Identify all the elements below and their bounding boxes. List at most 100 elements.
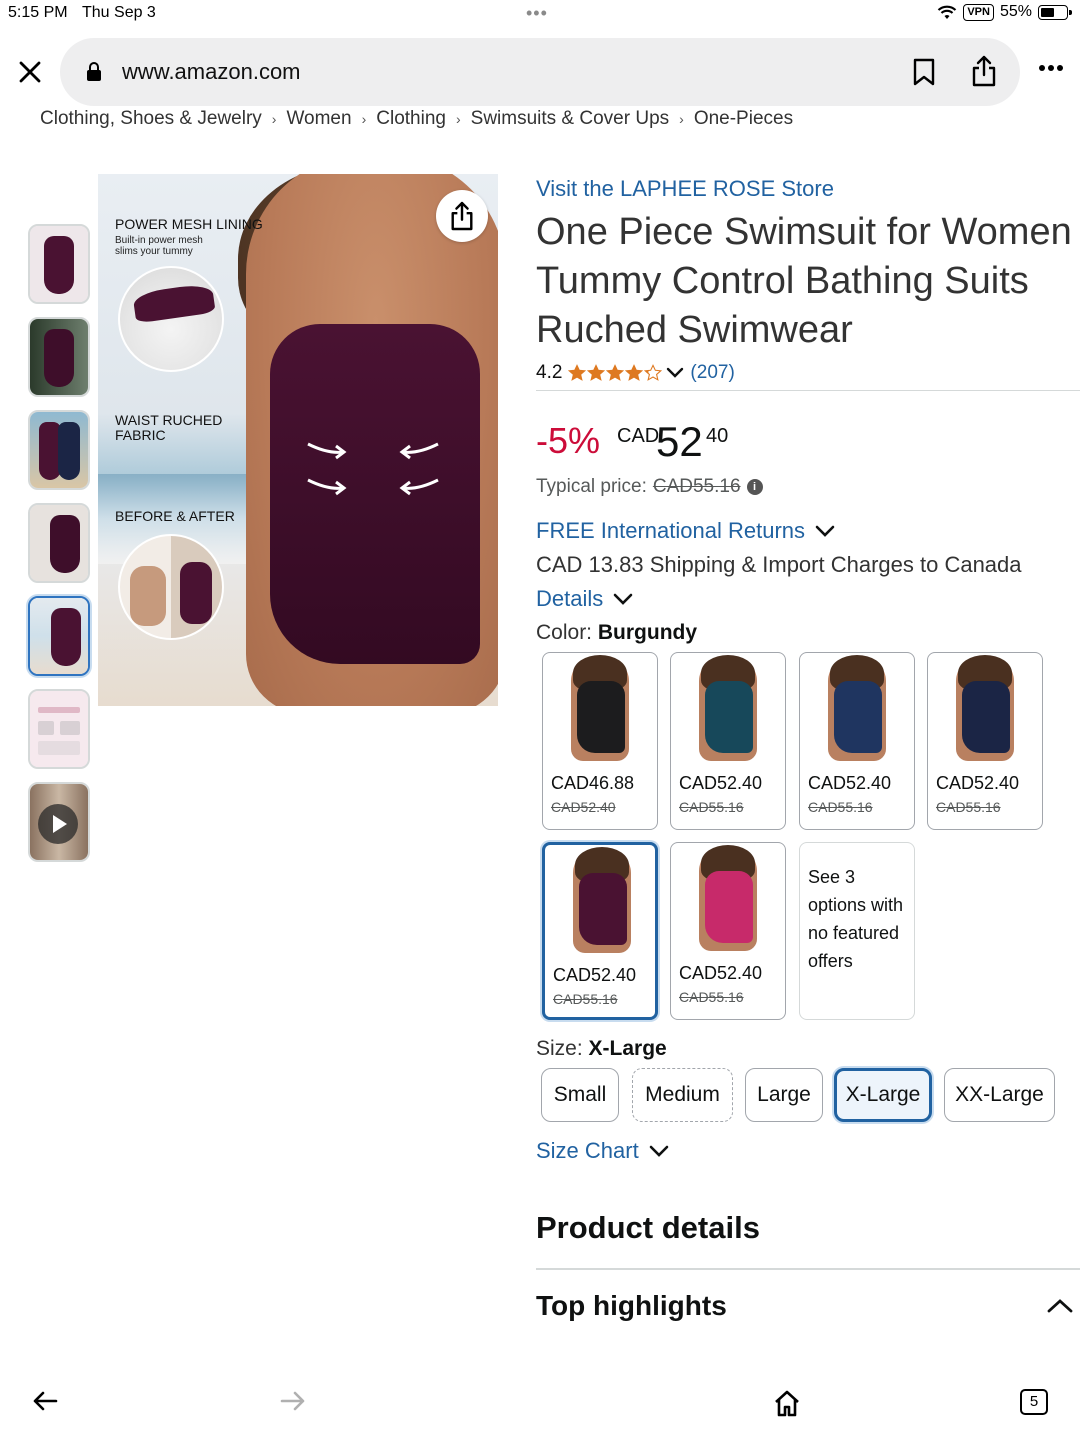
status-bar: 5:15 PM Thu Sep 3 ••• VPN 55% xyxy=(0,0,1080,30)
size-option-xx-large[interactable]: XX-Large xyxy=(944,1068,1055,1122)
image-label: BEFORE & AFTER xyxy=(115,508,235,524)
mesh-lining-inset xyxy=(118,266,224,372)
status-date: Thu Sep 3 xyxy=(82,4,156,21)
star-icon xyxy=(568,364,587,381)
swatch-image xyxy=(671,843,785,955)
more-icon[interactable] xyxy=(1038,64,1064,72)
star-icon xyxy=(606,364,625,381)
color-swatch[interactable]: CAD52.40 CAD55.16 xyxy=(799,652,915,830)
battery-icon xyxy=(1038,4,1072,20)
play-icon xyxy=(38,804,78,844)
swatch-old-price: CAD55.16 xyxy=(808,799,873,815)
star-icon xyxy=(625,364,644,381)
star-rating xyxy=(568,364,663,382)
info-icon[interactable]: i xyxy=(746,479,763,495)
product-title: One Piece Swimsuit for Women Tummy Contr… xyxy=(536,211,1072,351)
breadcrumb: Clothing, Shoes & Jewelry › Women › Clothing… xyxy=(40,108,793,132)
size-option-medium[interactable]: Medium xyxy=(632,1068,733,1122)
color-swatch[interactable]: CAD52.40 CAD55.16 xyxy=(927,652,1043,830)
details-link[interactable]: Details xyxy=(536,586,633,612)
color-swatch[interactable]: CAD52.40 CAD55.16 xyxy=(670,652,786,830)
tabs-count-icon[interactable]: 5 xyxy=(1020,1389,1048,1415)
swatch-old-price: CAD55.16 xyxy=(936,799,1001,815)
back-arrow-icon[interactable] xyxy=(32,1390,58,1412)
ruched-arrows-icon xyxy=(307,442,439,496)
bookmark-icon[interactable] xyxy=(912,57,936,87)
color-value: Burgundy xyxy=(597,621,698,644)
image-thumbnail[interactable] xyxy=(28,503,90,583)
image-thumbnail[interactable] xyxy=(28,410,90,490)
close-icon[interactable] xyxy=(16,58,44,86)
chevron-right-icon: › xyxy=(455,111,461,127)
returns-label[interactable]: FREE International Returns xyxy=(536,518,805,544)
review-count[interactable]: (207) xyxy=(690,362,734,384)
rating-number: 4.2 xyxy=(536,362,563,383)
breadcrumb-item[interactable]: Clothing, Shoes & Jewelry xyxy=(40,108,262,129)
swatch-price: CAD52.40 xyxy=(679,773,763,793)
color-swatch-selected[interactable]: CAD52.40 CAD55.16 xyxy=(542,842,658,1020)
size-option-small[interactable]: Small xyxy=(541,1068,619,1122)
returns-link[interactable]: FREE International Returns xyxy=(536,518,835,544)
swatch-old-price: CAD55.16 xyxy=(553,991,618,1007)
status-time: 5:15 PM xyxy=(8,4,68,21)
shipping-text: CAD 13.83 Shipping & Import Charges to C… xyxy=(536,552,1022,577)
video-thumbnail[interactable] xyxy=(28,782,90,862)
image-thumbnail[interactable] xyxy=(28,224,90,304)
rating-row[interactable]: 4.2 (207) xyxy=(536,362,735,384)
image-label: FABRIC xyxy=(115,427,166,443)
chevron-down-icon[interactable] xyxy=(649,1145,669,1158)
chevron-down-icon[interactable] xyxy=(666,367,684,379)
swatch-image xyxy=(543,653,657,765)
more-options-text[interactable]: See 3 options with no featured offers xyxy=(808,863,908,975)
size-label-prefix: Size: xyxy=(536,1037,583,1060)
image-thumbnail-selected[interactable] xyxy=(28,596,90,676)
swatch-image xyxy=(928,653,1042,765)
chevron-right-icon: › xyxy=(679,111,684,127)
image-label: POWER MESH LINING xyxy=(115,216,263,232)
before-after-inset xyxy=(118,534,224,640)
chevron-right-icon: › xyxy=(271,111,277,127)
forward-arrow-icon[interactable] xyxy=(280,1390,306,1412)
color-label-prefix: Color: xyxy=(536,621,593,644)
store-link[interactable]: Visit the LAPHEE ROSE Store xyxy=(536,176,834,202)
chevron-down-icon[interactable] xyxy=(815,525,835,538)
breadcrumb-item[interactable]: One-Pieces xyxy=(694,108,793,129)
url-text[interactable]: www.amazon.com xyxy=(122,59,301,85)
share-icon[interactable] xyxy=(970,55,998,87)
chevron-down-icon[interactable] xyxy=(613,593,633,606)
size-option-x-large[interactable]: X-Large xyxy=(834,1068,932,1122)
size-chart-link[interactable]: Size Chart xyxy=(536,1138,669,1164)
more-options-swatch[interactable]: See 3 options with no featured offers xyxy=(799,842,915,1020)
vpn-badge: VPN xyxy=(963,3,994,21)
image-thumbnail[interactable] xyxy=(28,689,90,769)
price-fraction: 40 xyxy=(706,425,729,447)
price-currency: CAD xyxy=(617,425,660,447)
size-chart-label[interactable]: Size Chart xyxy=(536,1138,639,1164)
breadcrumb-item[interactable]: Swimsuits & Cover Ups xyxy=(471,108,670,129)
size-label: Size: X-Large xyxy=(536,1037,667,1061)
swatch-old-price: CAD55.16 xyxy=(679,989,744,1005)
image-sublabel: Built-in power mesh xyxy=(115,235,203,246)
divider xyxy=(536,1268,1080,1270)
size-option-large[interactable]: Large xyxy=(745,1068,823,1122)
chevron-up-icon[interactable] xyxy=(1046,1298,1074,1314)
multitasking-dots-icon[interactable]: ••• xyxy=(526,3,548,24)
image-thumbnail[interactable] xyxy=(28,317,90,397)
product-details-heading: Product details xyxy=(536,1210,760,1245)
swatch-image xyxy=(671,653,785,765)
breadcrumb-item[interactable]: Women xyxy=(286,108,351,129)
details-label[interactable]: Details xyxy=(536,586,603,612)
swatch-image xyxy=(545,845,655,957)
breadcrumb-item[interactable]: Clothing xyxy=(376,108,446,129)
chevron-right-icon: › xyxy=(361,111,367,127)
main-product-image[interactable]: POWER MESH LINING Built-in power mesh sl… xyxy=(98,174,498,706)
top-highlights-heading[interactable]: Top highlights xyxy=(536,1290,727,1322)
address-bar[interactable]: www.amazon.com xyxy=(60,38,1020,106)
home-icon[interactable] xyxy=(772,1388,802,1418)
size-value: X-Large xyxy=(588,1037,667,1060)
image-share-button[interactable] xyxy=(436,190,488,242)
typical-price-label: Typical price: xyxy=(536,476,647,497)
color-swatch[interactable]: CAD52.40 CAD55.16 xyxy=(670,842,786,1020)
color-swatch[interactable]: CAD46.88 CAD52.40 xyxy=(542,652,658,830)
typical-price: Typical price: CAD55.16 i xyxy=(536,476,763,498)
